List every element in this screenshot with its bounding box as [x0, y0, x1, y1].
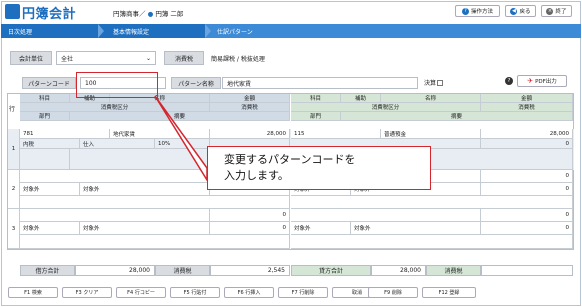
callout-text: 変更するパターンコードを 入力します。 [224, 152, 355, 184]
callout-line-1: 変更するパターンコードを [224, 153, 356, 166]
callout-line-2: 入力します。 [224, 169, 289, 182]
